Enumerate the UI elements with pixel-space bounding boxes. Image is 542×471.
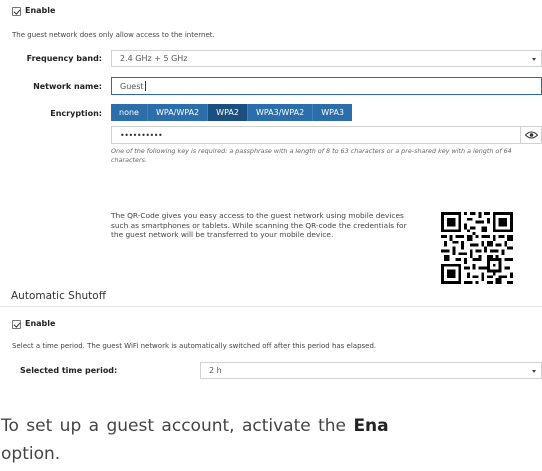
guest-enable-checkbox[interactable] xyxy=(12,7,21,16)
network-name-label: Network name: xyxy=(33,82,102,91)
frequency-band-select[interactable]: 2.4 GHz + 5 GHz xyxy=(111,50,542,67)
time-period-label: Selected time period: xyxy=(20,366,118,375)
encryption-option-wpa3-wpa2[interactable]: WPA3/WPA2 xyxy=(247,104,314,121)
shutoff-enable-label: Enable xyxy=(25,319,56,328)
network-name-input[interactable]: Guest xyxy=(111,77,542,95)
text-cursor xyxy=(144,81,146,91)
toggle-password-visibility-button[interactable] xyxy=(520,126,542,144)
chevron-down-icon xyxy=(532,369,536,373)
section-divider xyxy=(0,306,542,307)
frequency-band-label: Frequency band: xyxy=(26,54,102,63)
qr-code-description: The QR-Code gives you easy access to the… xyxy=(111,211,407,240)
shutoff-heading: Automatic Shutoff xyxy=(11,290,106,302)
encryption-option-wpa-wpa2[interactable]: WPA/WPA2 xyxy=(147,104,209,121)
network-name-value: Guest xyxy=(120,81,144,91)
time-period-select[interactable]: 2 h xyxy=(200,362,542,379)
password-value: •••••••••• xyxy=(120,130,163,140)
encryption-option-wpa2[interactable]: WPA2 xyxy=(208,104,248,121)
instruction-line-2: option. xyxy=(1,444,61,464)
guest-description: The guest network does only allow access… xyxy=(12,31,215,39)
guest-enable-label: Enable xyxy=(25,6,56,15)
encryption-segmented-control: none WPA/WPA2 WPA2 WPA3/WPA2 WPA3 xyxy=(111,104,353,121)
encryption-label: Encryption: xyxy=(50,109,102,118)
instruction-bold: Ena xyxy=(353,416,389,436)
chevron-down-icon xyxy=(532,57,536,61)
password-input[interactable]: •••••••••• xyxy=(111,126,542,144)
qr-code-image xyxy=(441,212,513,284)
instruction-line-1: To set up a guest account, activate the … xyxy=(1,416,389,436)
shutoff-enable-checkbox[interactable] xyxy=(12,320,21,329)
key-requirement-note: One of the following key is required: a … xyxy=(111,147,512,164)
shutoff-description: Select a time period. The guest WiFi net… xyxy=(12,342,377,350)
frequency-band-value: 2.4 GHz + 5 GHz xyxy=(120,54,188,63)
eye-icon xyxy=(525,131,538,139)
time-period-value: 2 h xyxy=(209,366,222,375)
encryption-option-wpa3[interactable]: WPA3 xyxy=(313,104,353,121)
encryption-option-none[interactable]: none xyxy=(111,104,148,121)
instruction-prefix: To set up a guest account, activate the xyxy=(1,416,354,436)
